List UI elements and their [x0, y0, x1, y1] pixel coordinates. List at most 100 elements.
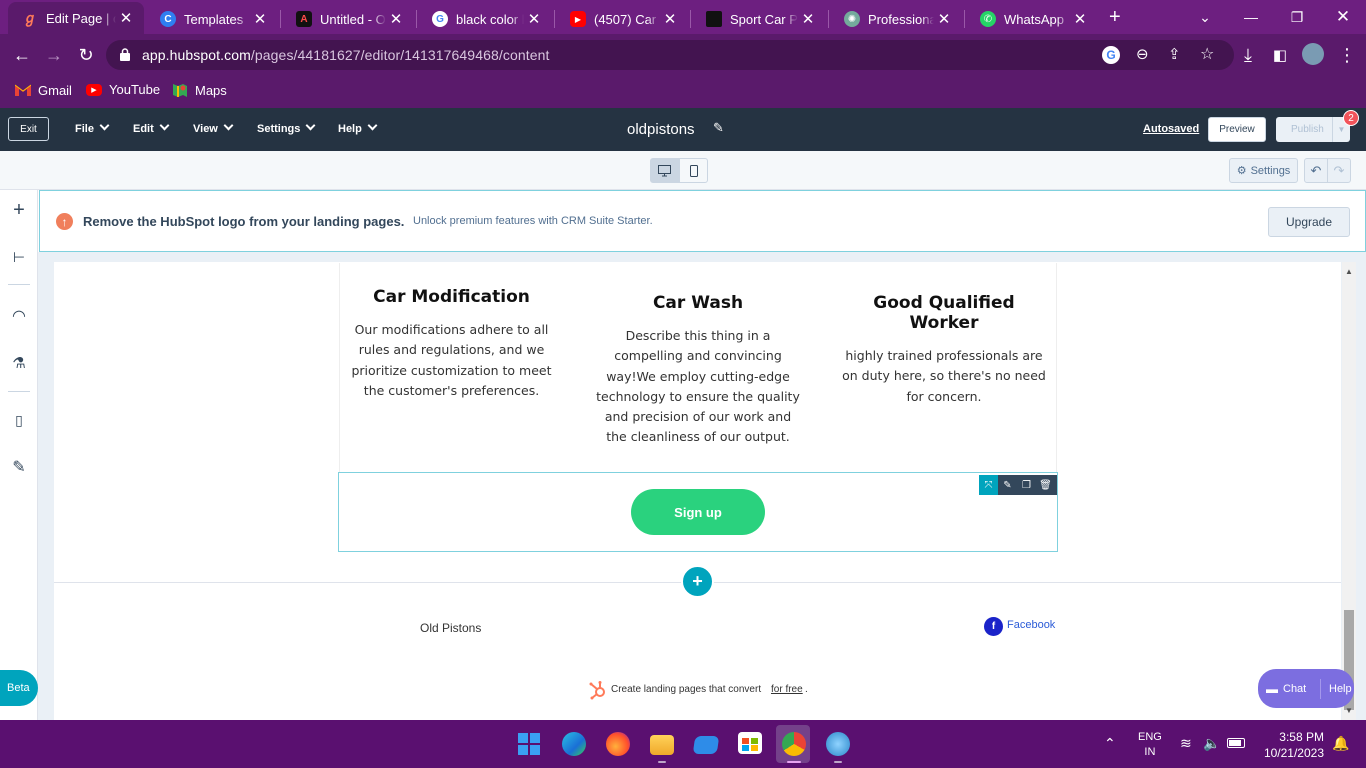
tab-untitled[interactable]: A Untitled - Odoo ✕: [282, 4, 414, 34]
pencil-icon[interactable]: ✎: [713, 120, 724, 136]
new-tab-button[interactable]: +: [1109, 6, 1121, 29]
share-icon[interactable]: ⇪: [1168, 45, 1181, 63]
globe-app-icon[interactable]: [826, 732, 850, 756]
menu-settings[interactable]: Settings: [257, 123, 314, 135]
tab-google-search[interactable]: G black color hex ✕: [418, 4, 552, 34]
powered-by-link[interactable]: for free: [771, 684, 803, 695]
tab-whatsapp[interactable]: ✆ WhatsApp ✕: [966, 4, 1098, 34]
trash-icon[interactable]: 🗑: [1036, 475, 1055, 495]
google-lens-icon[interactable]: G: [1102, 46, 1120, 64]
firefox-icon[interactable]: [606, 732, 630, 756]
close-window-icon[interactable]: ✕: [1320, 0, 1366, 34]
add-icon[interactable]: +: [9, 199, 29, 221]
menu-view[interactable]: View: [193, 123, 232, 135]
arrow-up-icon: ↑: [56, 213, 73, 230]
minimize-icon[interactable]: —: [1228, 0, 1274, 34]
mobile-view-button[interactable]: [679, 158, 708, 183]
edge-icon[interactable]: [562, 732, 586, 756]
drag-handle-icon[interactable]: ⤧: [979, 475, 998, 495]
battery-icon[interactable]: [1227, 738, 1245, 748]
exit-button[interactable]: Exit: [8, 117, 49, 141]
mobile-icon: [689, 164, 698, 177]
page-title[interactable]: oldpistons: [627, 121, 695, 138]
redo-icon[interactable]: ↷: [1327, 158, 1351, 183]
features-section[interactable]: Car Modification Our modifications adher…: [339, 263, 1057, 473]
file-explorer-icon[interactable]: [650, 735, 674, 755]
restore-icon[interactable]: ❐: [1274, 0, 1320, 34]
tab-professional[interactable]: ✺ Professional ✕: [830, 4, 962, 34]
page-document-icon[interactable]: ▯: [9, 410, 29, 430]
publish-button[interactable]: Publish ▼: [1276, 117, 1350, 142]
microsoft-store-icon[interactable]: [738, 732, 762, 754]
bookmark-youtube[interactable]: ▶ YouTube: [86, 82, 160, 97]
edit-pencil-icon[interactable]: ✎: [998, 475, 1017, 495]
feature-car-wash[interactable]: Car Wash Describe this thing in a compel…: [596, 293, 800, 448]
menu-file[interactable]: File: [75, 123, 108, 135]
language-indicator[interactable]: ENG IN: [1138, 730, 1162, 760]
forward-icon[interactable]: →: [41, 43, 67, 67]
bookmark-gmail[interactable]: Gmail: [15, 82, 72, 98]
clone-icon[interactable]: ❐: [1017, 475, 1036, 495]
side-panel-icon[interactable]: ◧: [1267, 43, 1293, 67]
facebook-link[interactable]: Facebook: [1007, 619, 1055, 631]
taskbar-app-icon[interactable]: [692, 736, 720, 754]
chrome-menu-icon[interactable]: ⋮: [1334, 43, 1360, 67]
tab-sport-car[interactable]: Sport Car Pictures ✕: [692, 4, 826, 34]
menu-help[interactable]: Help: [338, 123, 376, 135]
chat-button[interactable]: ▬ Chat: [1258, 682, 1320, 696]
chat-bubble-icon: ▬: [1266, 681, 1278, 696]
close-tab-icon[interactable]: ✕: [660, 10, 680, 28]
bookmark-star-icon[interactable]: ☆: [1200, 44, 1214, 64]
brush-icon[interactable]: ✎: [9, 457, 29, 477]
powered-by-text: Create landing pages that convert: [611, 684, 762, 695]
optimize-gauge-icon[interactable]: ◠: [9, 306, 29, 326]
desktop-view-button[interactable]: [650, 158, 679, 183]
tab-youtube-video[interactable]: ▶ (4507) Car cleaning ✕: [556, 4, 688, 34]
close-tab-icon[interactable]: ✕: [524, 10, 544, 28]
bookmark-maps[interactable]: Maps: [172, 82, 227, 98]
close-tab-icon[interactable]: ✕: [386, 10, 406, 28]
chrome-icon[interactable]: [782, 732, 806, 756]
tab-title: Sport Car Pictures: [730, 11, 798, 27]
address-bar[interactable]: app.hubspot.com/pages/44181627/editor/14…: [106, 40, 1234, 70]
upgrade-button[interactable]: Upgrade: [1268, 207, 1350, 237]
menu-edit[interactable]: Edit: [133, 123, 168, 135]
feature-car-modification[interactable]: Car Modification Our modifications adher…: [348, 287, 555, 401]
start-icon[interactable]: [517, 732, 541, 756]
download-icon[interactable]: ⤓: [1235, 43, 1261, 67]
layers-tree-icon[interactable]: ⊢: [9, 247, 29, 267]
clock[interactable]: 3:58 PM 10/21/2023: [1258, 729, 1324, 761]
tab-title: black color hex: [456, 11, 524, 27]
undo-icon[interactable]: ↶: [1304, 158, 1328, 183]
help-button[interactable]: Help: [1320, 678, 1352, 699]
beta-tab[interactable]: Beta: [0, 670, 38, 706]
notification-bell-icon[interactable]: 🔔: [1332, 735, 1349, 752]
close-tab-icon[interactable]: ✕: [116, 9, 136, 27]
volume-icon[interactable]: 🔈: [1203, 735, 1220, 752]
feature-qualified-worker[interactable]: Good Qualified Worker highly trained pro…: [841, 293, 1047, 407]
tab-edit-page[interactable]: ℊ Edit Page | oldpistons ✕: [8, 2, 144, 34]
tray-overflow-icon[interactable]: ⌃: [1104, 735, 1116, 752]
facebook-icon[interactable]: f: [984, 617, 1003, 636]
preview-button[interactable]: Preview: [1208, 117, 1266, 142]
back-icon[interactable]: ←: [9, 43, 35, 67]
wifi-icon[interactable]: ≋: [1180, 735, 1192, 752]
reload-icon[interactable]: ↻: [73, 43, 99, 67]
scroll-up-icon[interactable]: ▲: [1345, 267, 1353, 276]
autosaved-status[interactable]: Autosaved: [1143, 123, 1199, 135]
add-section-button[interactable]: +: [681, 565, 714, 598]
zoom-icon[interactable]: ⊖: [1136, 45, 1149, 63]
close-tab-icon[interactable]: ✕: [250, 10, 270, 28]
settings-button[interactable]: ⚙ Settings: [1229, 158, 1298, 183]
button-module[interactable]: ⤧ ✎ ❐ 🗑 Sign up: [338, 472, 1058, 552]
profile-avatar[interactable]: [1302, 43, 1324, 65]
close-tab-icon[interactable]: ✕: [1070, 10, 1090, 28]
tab-search-icon[interactable]: ⌄: [1182, 0, 1228, 34]
chat-help-widget[interactable]: ▬ Chat Help: [1258, 669, 1354, 708]
test-flask-icon[interactable]: ⚗: [9, 353, 29, 373]
scroll-down-icon[interactable]: ▼: [1345, 706, 1353, 715]
close-tab-icon[interactable]: ✕: [934, 10, 954, 28]
signup-button[interactable]: Sign up: [631, 489, 765, 535]
close-tab-icon[interactable]: ✕: [798, 10, 818, 28]
tab-templates[interactable]: C Templates ✕: [146, 4, 278, 34]
